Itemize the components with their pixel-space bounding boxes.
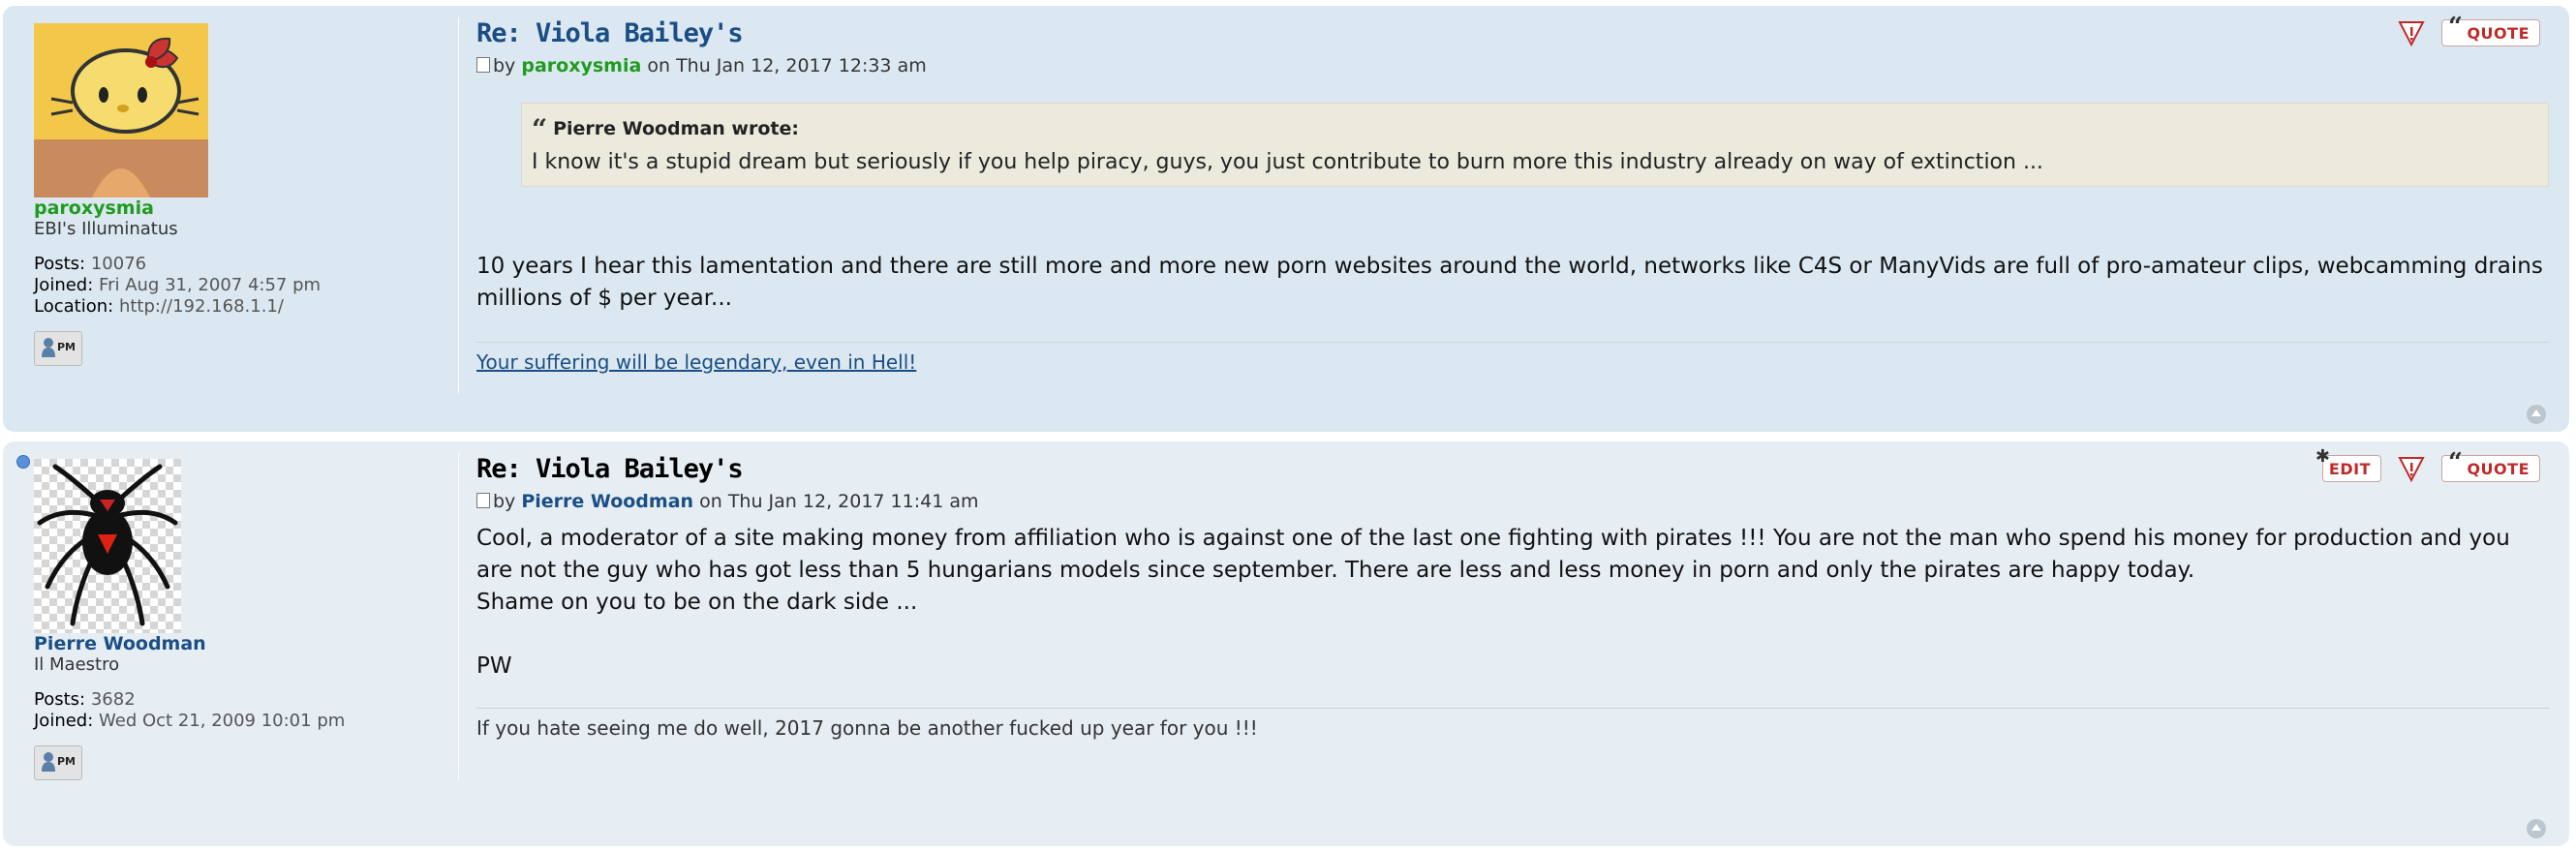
pm-icon [42,752,55,772]
joined-date: Wed Oct 21, 2009 10:01 pm [99,711,346,731]
post-buttons: “QUOTE [2397,13,2540,46]
post-icon[interactable] [476,493,490,508]
pm-label: PM [57,755,77,768]
content-line: Cool, a moderator of a site making money… [476,526,2510,583]
quote-icon: “ [2447,448,2464,477]
post-datetime: Thu Jan 12, 2017 11:41 am [727,491,979,512]
online-status-icon [16,455,30,469]
report-icon[interactable] [2397,19,2426,46]
column-divider [458,17,459,393]
joined-label: Joined: [34,275,94,295]
quote-text: I know it's a stupid dream but seriously… [532,150,2043,174]
post-datetime: Thu Jan 12, 2017 12:33 am [676,55,927,76]
back-to-top-icon[interactable] [2527,405,2546,424]
location-label: Location: [34,296,114,317]
profile-rank: Il Maestro [34,654,120,675]
post-body: Re: Viola Bailey's by paroxysmia on Thu … [476,17,2549,374]
profile-stats: Posts: 3682 Joined: Wed Oct 21, 2009 10:… [34,689,431,732]
on-label: on [647,55,671,76]
quote-button-label: QUOTE [2467,459,2530,478]
post-1: paroxysmia EBI's Illuminatus Posts: 1007… [3,6,2569,432]
post-author-line: by Pierre Woodman on Thu Jan 12, 2017 11… [476,490,2549,513]
on-label: on [699,491,722,512]
quote-block: “Pierre Woodman wrote: I know it's a stu… [521,103,2549,187]
post-title[interactable]: Re: Viola Bailey's [476,453,2549,486]
user-avatar[interactable] [34,459,181,633]
post-content: Cool, a moderator of a site making money… [476,523,2549,683]
pm-button[interactable]: PM [34,331,82,366]
quote-mark-icon: “ [532,113,548,145]
post-2: Pierre Woodman Il Maestro Posts: 3682 Jo… [3,441,2569,846]
post-author[interactable]: paroxysmia [521,55,641,76]
user-avatar[interactable] [34,23,208,197]
signature-link[interactable]: Your suffering will be legendary, even i… [476,350,916,374]
report-icon[interactable] [2397,455,2426,482]
signature: Your suffering will be legendary, even i… [476,342,2549,374]
posts-label: Posts: [34,689,86,710]
quote-cite: “Pierre Woodman wrote: [532,113,2536,145]
profile-username[interactable]: Pierre Woodman [34,633,431,654]
posts-label: Posts: [34,254,86,274]
content-line [476,619,2549,651]
profile-username[interactable]: paroxysmia [34,197,431,219]
by-label: by [493,55,516,76]
by-label: by [493,491,516,512]
back-to-top-icon[interactable] [2527,819,2546,838]
edit-icon: ✱ [2315,446,2331,467]
pm-label: PM [57,341,77,353]
location-value: http://192.168.1.1/ [118,296,284,317]
quote-button[interactable]: “QUOTE [2440,448,2540,482]
post-author-line: by paroxysmia on Thu Jan 12, 2017 12:33 … [476,54,2549,77]
post-buttons: ✱ EDIT “QUOTE [2315,446,2540,482]
post-content: 10 years I hear this lamentation and the… [476,254,2543,311]
quote-author: Pierre Woodman wrote: [553,118,799,139]
quote-button-label: QUOTE [2467,23,2530,43]
posts-count: 10076 [90,254,147,274]
edit-button-label: EDIT [2328,459,2371,478]
post-author[interactable]: Pierre Woodman [521,491,693,512]
pm-icon [42,338,55,357]
content-line: PW [476,653,512,679]
joined-label: Joined: [34,711,94,731]
quote-button[interactable]: “QUOTE [2440,13,2540,46]
column-divider [458,453,459,780]
quote-icon: “ [2447,13,2464,42]
post-title[interactable]: Re: Viola Bailey's [476,17,2549,50]
pm-button[interactable]: PM [34,745,82,780]
signature: If you hate seeing me do well, 2017 gonn… [476,708,2549,740]
joined-date: Fri Aug 31, 2007 4:57 pm [99,275,322,295]
post-profile: paroxysmia EBI's Illuminatus Posts: 1007… [34,23,431,370]
posts-count: 3682 [90,689,136,710]
content-line: Shame on you to be on the dark side ... [476,590,918,615]
edit-button[interactable]: ✱ EDIT [2315,446,2381,482]
post-profile: Pierre Woodman Il Maestro Posts: 3682 Jo… [34,459,431,784]
post-icon[interactable] [476,57,490,73]
profile-stats: Posts: 10076 Joined: Fri Aug 31, 2007 4:… [34,254,431,318]
post-body: Re: Viola Bailey's by Pierre Woodman on … [476,453,2549,740]
profile-rank: EBI's Illuminatus [34,219,178,239]
